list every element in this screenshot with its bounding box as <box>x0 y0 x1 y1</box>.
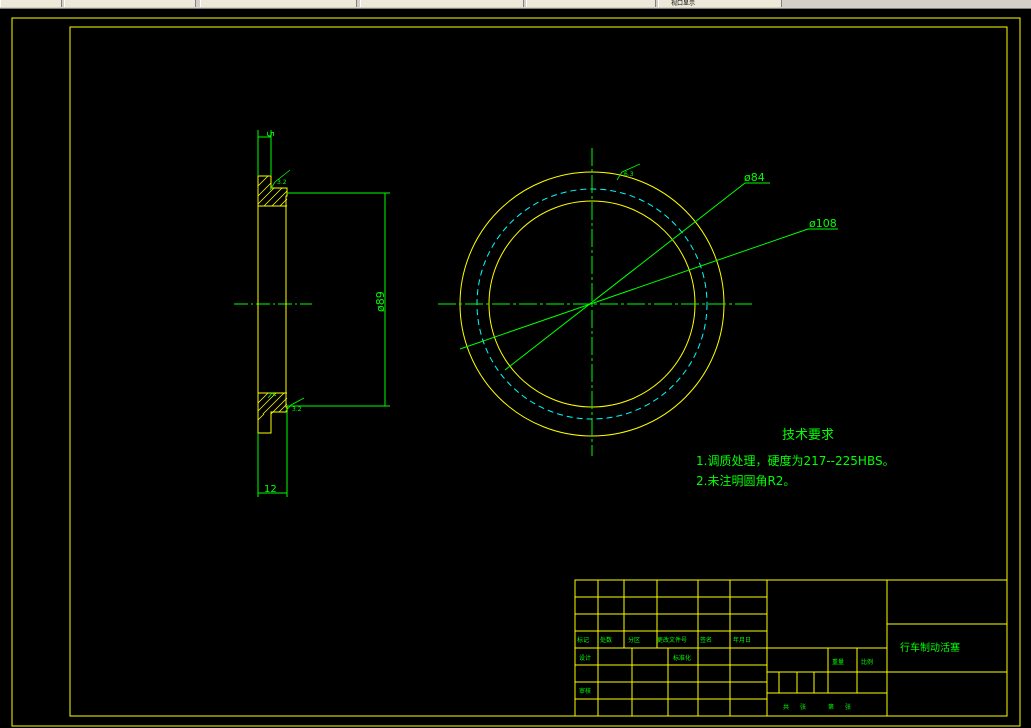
tb-zone: 分区 <box>628 636 640 644</box>
tb-sheets-page: 张 <box>800 703 806 711</box>
tb-scale: 比例 <box>861 658 873 666</box>
roughness-label: 3.2 <box>292 406 302 413</box>
toolbar-tab-5[interactable] <box>526 0 656 7</box>
tb-sheets-total: 共 <box>783 703 789 711</box>
roughness-label: 6.3 <box>624 171 634 178</box>
dim-text-diameter-outer: ø108 <box>809 217 837 230</box>
toolbar: 视口显示 <box>0 0 1031 9</box>
toolbar-tab-1[interactable] <box>0 0 62 7</box>
toolbar-tab-6[interactable]: 视口显示 <box>658 0 782 7</box>
tb-count: 处数 <box>600 636 612 644</box>
side-view: 5 3.2 3.2 ø89 12 <box>234 130 390 497</box>
dim-text-width-top: 5 <box>264 131 275 137</box>
tb-reviewer: 审核 <box>579 687 591 695</box>
notes-title: 技术要求 <box>782 428 834 443</box>
tb-sheet-unit: 张 <box>845 703 851 711</box>
title-block-text: 标记 处数 分区 更改文件号 签名 年月日 设计 标准化 审核 重量 比例 共 … <box>577 636 960 711</box>
tb-weight: 重量 <box>832 658 844 666</box>
technical-notes: 技术要求 1.调质处理，硬度为217--225HBS。 2.未注明圆角R2。 <box>696 428 895 488</box>
tb-mark: 标记 <box>577 636 589 644</box>
dim-text-diameter-side: ø89 <box>374 291 387 312</box>
roughness-label: 3.2 <box>277 179 287 186</box>
section-hatch-bottom <box>257 392 288 421</box>
drawing-frame <box>69 26 1008 717</box>
cad-drawing-canvas[interactable]: 5 3.2 3.2 ø89 12 ø84 ø108 6.3 技术要求 1.调质处… <box>0 9 1031 728</box>
toolbar-tab-4[interactable] <box>360 0 524 7</box>
notes-line-1: 1.调质处理，硬度为217--225HBS。 <box>696 453 895 468</box>
toolbar-tab-3[interactable] <box>200 0 357 7</box>
tb-date: 年月日 <box>733 636 751 644</box>
tb-standardize: 标准化 <box>673 654 691 662</box>
tb-signature: 签名 <box>700 636 712 644</box>
tb-part-name: 行车制动活塞 <box>900 641 960 654</box>
dim-text-width-bottom: 12 <box>264 484 277 495</box>
front-view: ø84 ø108 6.3 <box>438 148 838 456</box>
tb-change-doc: 更改文件号 <box>657 636 687 644</box>
toolbar-tab-label: 视口显示 <box>671 0 696 7</box>
sheet-outer-border <box>11 17 1021 727</box>
leader-diameter-inner <box>504 182 746 371</box>
notes-line-2: 2.未注明圆角R2。 <box>696 473 795 488</box>
tb-designer: 设计 <box>579 654 591 662</box>
leader-diameter-outer <box>459 228 809 350</box>
dim-text-diameter-inner: ø84 <box>744 171 765 184</box>
tb-sheet-no: 第 <box>828 703 834 711</box>
toolbar-tab-2[interactable] <box>64 0 196 7</box>
